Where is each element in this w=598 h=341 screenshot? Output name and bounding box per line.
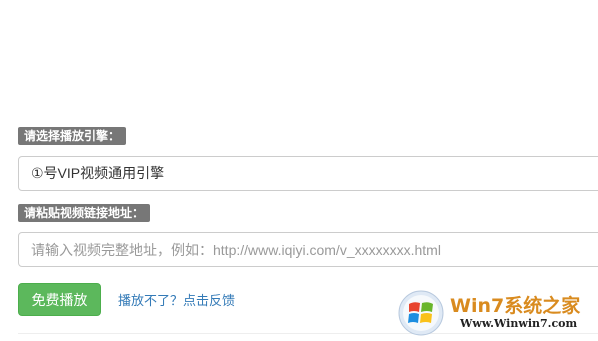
engine-section-label: 请选择播放引擎：	[18, 127, 127, 145]
video-url-input[interactable]	[18, 232, 598, 267]
url-section-label: 请粘贴视频链接地址：	[18, 204, 151, 222]
watermark-url: Www.Winwin7.com	[460, 317, 578, 330]
windows-logo-icon	[398, 290, 444, 336]
watermark-brand: Win7系统之家	[450, 295, 581, 317]
player-page: 请选择播放引擎： ①号VIP视频通用引擎 请粘贴视频链接地址： 免费播放 播放不…	[0, 0, 598, 341]
feedback-link[interactable]: 播放不了？点击反馈	[118, 290, 235, 309]
free-play-button[interactable]: 免费播放	[18, 283, 101, 316]
engine-select[interactable]: ①号VIP视频通用引擎	[18, 156, 598, 191]
watermark: Win7系统之家 Www.Winwin7.com	[398, 288, 598, 338]
